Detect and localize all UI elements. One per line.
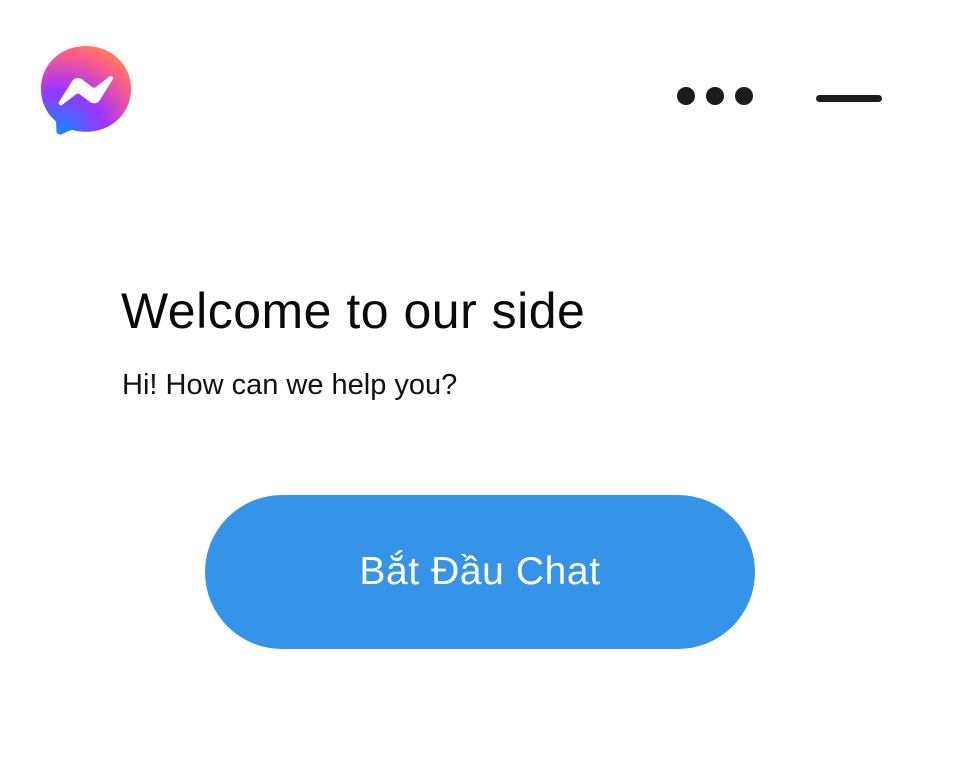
welcome-title: Welcome to our side [121,283,586,339]
messenger-logo-icon [40,45,132,137]
welcome-subtitle: Hi! How can we help you? [122,369,458,401]
minimize-button[interactable] [806,80,892,118]
more-dot-icon [706,87,724,105]
start-chat-button[interactable]: Bắt Đầu Chat [205,495,755,649]
more-options-button[interactable] [668,78,762,114]
more-dot-icon [735,87,753,105]
minimize-icon [816,95,882,102]
more-dot-icon [677,87,695,105]
